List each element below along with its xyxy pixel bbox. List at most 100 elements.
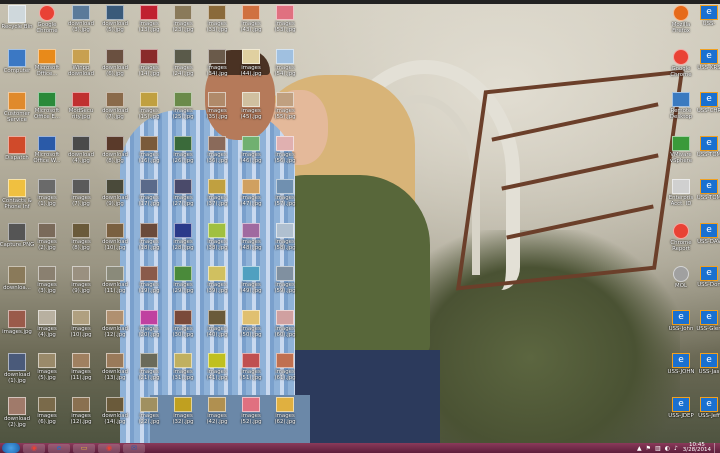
- desktop-icon[interactable]: images (12).jpg: [64, 395, 98, 433]
- desktop-icon[interactable]: images (51).jpg: [234, 351, 268, 389]
- desktop-icon[interactable]: images (5).jpg: [30, 351, 64, 389]
- desktop-icon[interactable]: downloa...: [0, 264, 34, 302]
- desktop-icon[interactable]: images (16).jpg: [132, 134, 166, 172]
- desktop-icon[interactable]: download (10).jpg: [98, 221, 132, 259]
- desktop-icon[interactable]: images (27).jpg: [166, 177, 200, 215]
- desktop-icon[interactable]: Capture.PNG: [0, 221, 34, 259]
- desktop-icon[interactable]: download (5).jpg: [98, 3, 132, 41]
- desktop-icon[interactable]: images (22).jpg: [132, 395, 166, 433]
- tray-icon[interactable]: ▥: [655, 445, 661, 452]
- desktop-icon[interactable]: images (9).jpg: [64, 264, 98, 302]
- desktop-icon[interactable]: download (13).jpg: [98, 351, 132, 389]
- desktop-icon[interactable]: images (45).jpg: [234, 90, 268, 128]
- desktop-icon[interactable]: images (58).jpg: [268, 221, 302, 259]
- desktop-icon[interactable]: images (11).jpg: [64, 351, 98, 389]
- desktop-icon[interactable]: images.jpg: [0, 308, 34, 346]
- desktop-icon[interactable]: images (19).jpg: [132, 264, 166, 302]
- desktop-icon[interactable]: images (62).jpg: [268, 395, 302, 433]
- desktop-icon[interactable]: download (1).jpg: [0, 351, 34, 389]
- desktop-icon[interactable]: images (18).jpg: [132, 221, 166, 259]
- desktop-icon[interactable]: images (42).jpg: [200, 395, 234, 433]
- desktop-icon[interactable]: images (3).jpg: [30, 264, 64, 302]
- desktop-icon[interactable]: images (15).jpg: [132, 90, 166, 128]
- desktop-icon[interactable]: images (34).jpg: [200, 47, 234, 85]
- desktop-icon[interactable]: images (52).jpg: [234, 395, 268, 433]
- desktop-icon[interactable]: download (12).jpg: [98, 308, 132, 346]
- desktop-icon[interactable]: e USS-Jas: [692, 351, 720, 389]
- desktop-icon[interactable]: download (6).jpg: [98, 47, 132, 85]
- desktop-icon[interactable]: e USS-: [692, 3, 720, 41]
- outlook-taskbar-button[interactable]: ✉: [123, 443, 145, 453]
- desktop-icon[interactable]: images (57).jpg: [268, 177, 302, 215]
- desktop-icon[interactable]: images (44).jpg: [234, 47, 268, 85]
- desktop-icon[interactable]: e USS-TOM: [692, 134, 720, 172]
- desktop-icon[interactable]: e USS-TOM: [692, 177, 720, 215]
- desktop-icon[interactable]: Winpp download: [64, 47, 98, 85]
- desktop-icon[interactable]: images (59).jpg: [268, 264, 302, 302]
- chrome-taskbar-button[interactable]: ◉: [23, 443, 45, 453]
- ie-taskbar-button[interactable]: e: [48, 443, 70, 453]
- clock[interactable]: 10:45 3/28/2014: [683, 442, 711, 453]
- desktop-icon[interactable]: images (25).jpg: [166, 90, 200, 128]
- explorer-taskbar-button[interactable]: ▭: [73, 443, 95, 453]
- desktop-icon[interactable]: download (11).jpg: [98, 264, 132, 302]
- desktop-icon[interactable]: images (41).jpg: [200, 351, 234, 389]
- desktop-icon[interactable]: images (48).jpg: [234, 221, 268, 259]
- desktop-icon[interactable]: ModSecu rity.jpg: [64, 90, 98, 128]
- desktop-icon[interactable]: images (35).jpg: [200, 90, 234, 128]
- desktop-icon[interactable]: images (39).jpg: [200, 264, 234, 302]
- show-desktop-button[interactable]: [714, 443, 720, 453]
- desktop-icon[interactable]: images (4).jpg: [30, 308, 64, 346]
- desktop-icon[interactable]: images (30).jpg: [166, 308, 200, 346]
- desktop-icon[interactable]: e USS-Don: [692, 264, 720, 302]
- desktop-icon[interactable]: Customer Service: [0, 90, 34, 128]
- desktop-icon[interactable]: images (50).jpg: [234, 308, 268, 346]
- desktop-icon[interactable]: images (21).jpg: [132, 351, 166, 389]
- desktop-icon[interactable]: images (10).jpg: [64, 308, 98, 346]
- desktop-icon[interactable]: images (49).jpg: [234, 264, 268, 302]
- desktop-icon[interactable]: e USS-Glen: [692, 308, 720, 346]
- desktop-icon[interactable]: images (32).jpg: [166, 395, 200, 433]
- desktop-icon[interactable]: images (17).jpg: [132, 177, 166, 215]
- desktop-icon[interactable]: e USS-DAV: [692, 221, 720, 259]
- desktop-icon[interactable]: images (24).jpg: [166, 47, 200, 85]
- desktop-icon[interactable]: images (23).jpg: [166, 3, 200, 41]
- desktop-icon[interactable]: images (6).jpg: [30, 395, 64, 433]
- tray-icon[interactable]: ◐: [665, 445, 670, 452]
- desktop-icon[interactable]: Microsoft Office E...: [30, 90, 64, 128]
- desktop-icon[interactable]: images (7).jpg: [64, 177, 98, 215]
- desktop-icon[interactable]: images (55).jpg: [268, 90, 302, 128]
- desktop-icon[interactable]: download (8).jpg: [98, 134, 132, 172]
- desktop-icon[interactable]: images (53).jpg: [268, 3, 302, 41]
- desktop-icon[interactable]: e USS-Jeff: [692, 395, 720, 433]
- desktop-icon[interactable]: download (2).jpg: [0, 395, 34, 433]
- desktop-icon[interactable]: images (43).jpg: [234, 3, 268, 41]
- tray-icon[interactable]: ▲: [637, 445, 642, 452]
- desktop-icon[interactable]: images (38).jpg: [200, 221, 234, 259]
- desktop-icon[interactable]: download (3).jpg: [64, 3, 98, 41]
- desktop-icon[interactable]: images (1).jpg: [30, 177, 64, 215]
- desktop-icon[interactable]: images (46).jpg: [234, 134, 268, 172]
- desktop-icon[interactable]: images (29).jpg: [166, 264, 200, 302]
- start-button[interactable]: [2, 443, 20, 453]
- desktop-icon[interactable]: Computer: [0, 47, 34, 85]
- desktop-icon[interactable]: images (31).jpg: [166, 351, 200, 389]
- desktop-icon[interactable]: Microsoft Office...: [30, 47, 64, 85]
- desktop-icon[interactable]: Microsoft Office W...: [30, 134, 64, 172]
- desktop-icon[interactable]: images (40).jpg: [200, 308, 234, 346]
- desktop-icon[interactable]: images (54).jpg: [268, 47, 302, 85]
- desktop-icon[interactable]: e USS-KRS: [692, 47, 720, 85]
- desktop-icon[interactable]: e USS-CHR: [692, 90, 720, 128]
- desktop-icon[interactable]: download (9).jpg: [98, 177, 132, 215]
- desktop-icon[interactable]: images (13).jpg: [132, 3, 166, 41]
- desktop-icon[interactable]: images (37).jpg: [200, 177, 234, 215]
- desktop-icon[interactable]: images (14).jpg: [132, 47, 166, 85]
- desktop-icon[interactable]: images (8).jpg: [64, 221, 98, 259]
- desktop-icon[interactable]: Google Chrome: [30, 3, 64, 41]
- desktop-icon[interactable]: download (4).jpg: [64, 134, 98, 172]
- desktop-icon[interactable]: Contacts & Phone Inf: [0, 177, 34, 215]
- desktop-icon[interactable]: Dispatch: [0, 134, 34, 172]
- desktop-icon[interactable]: images (47).jpg: [234, 177, 268, 215]
- desktop-icon[interactable]: images (61).jpg: [268, 351, 302, 389]
- desktop-icon[interactable]: images (56).jpg: [268, 134, 302, 172]
